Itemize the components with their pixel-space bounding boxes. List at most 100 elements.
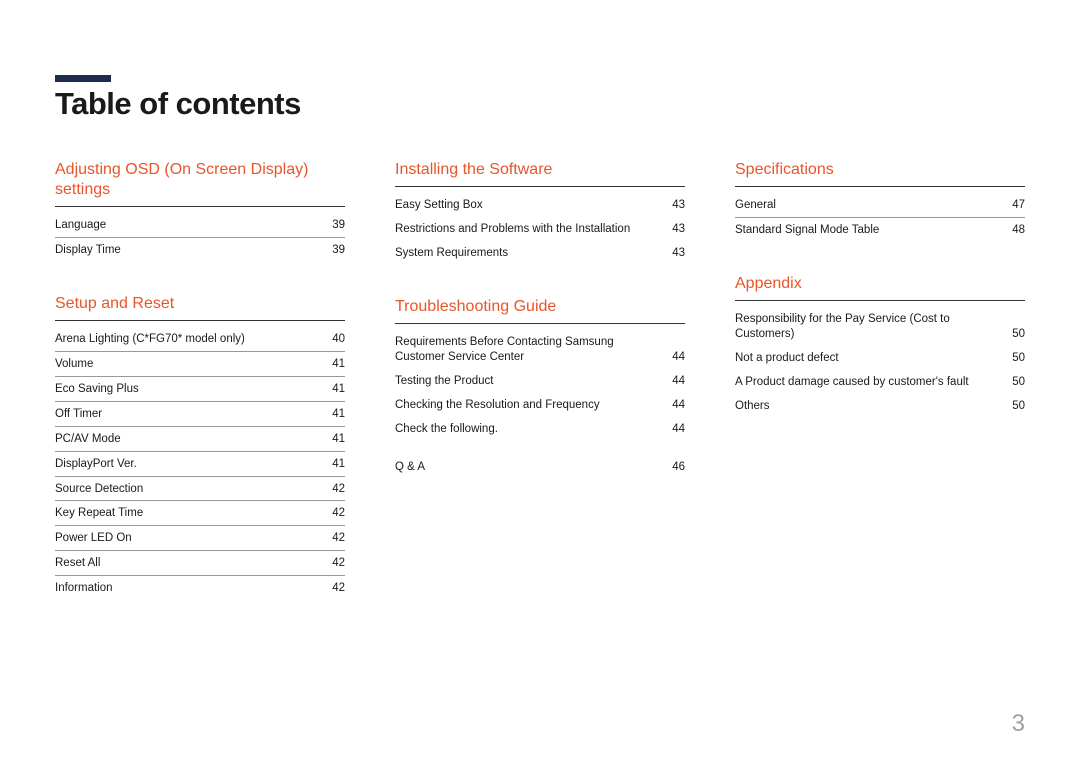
toc-entry[interactable]: Power LED On 42 (55, 526, 345, 551)
toc-group: Language39 Display Time 39 (55, 213, 345, 262)
toc-entry-page: 41 (332, 357, 345, 372)
toc-entry-page: 43 (672, 198, 685, 213)
toc-entry-label: Off Timer (55, 407, 322, 422)
toc-entry[interactable]: Eco Saving Plus 41 (55, 377, 345, 402)
toc-entry-page: 42 (332, 531, 345, 546)
toc-entry-page: 43 (672, 246, 685, 261)
toc-entry[interactable]: Off Timer 41 (55, 402, 345, 427)
toc-column: Installing the Software Easy Setting Box 4… (395, 160, 685, 632)
toc-entry-page: 44 (672, 374, 685, 389)
toc-group: Requirements Before Contacting Samsung C… (395, 330, 685, 441)
toc-entry[interactable]: PC/AV Mode 41 (55, 427, 345, 452)
toc-entry-label: System Requirements (395, 246, 662, 261)
toc-section: Setup and Reset Arena Lighting (C*FG70* m… (55, 294, 345, 600)
toc-column: Specifications General 47 Standard Signal M… (735, 160, 1025, 632)
toc-entry[interactable]: System Requirements 43 (395, 241, 685, 265)
toc-entry-label: Check the following. (395, 422, 662, 437)
toc-group: Easy Setting Box 43 Restrictions and Probl… (395, 193, 685, 265)
toc-entry-label: Testing the Product (395, 374, 662, 389)
toc-entry-page: 42 (332, 506, 345, 521)
toc-entry-label: Easy Setting Box (395, 198, 662, 213)
toc-entry-label: PC/AV Mode (55, 432, 322, 447)
toc-group: General 47 Standard Signal Mode Table 48 (735, 193, 1025, 242)
toc-entry-page: 41 (332, 407, 345, 422)
toc-entry[interactable]: DisplayPort Ver. 41 (55, 452, 345, 477)
toc-entry-page: 43 (672, 222, 685, 237)
toc-entry-page: 41 (332, 382, 345, 397)
toc-section: Installing the Software Easy Setting Box 4… (395, 160, 685, 265)
toc-entry-page: 41 (332, 432, 345, 447)
toc-entry-label: Display Time (55, 243, 322, 258)
toc-section: Specifications General 47 Standard Signal M… (735, 160, 1025, 242)
section-heading: Setup and Reset (55, 294, 345, 321)
toc-entry[interactable]: Key Repeat Time 42 (55, 501, 345, 526)
accent-bar (55, 75, 111, 82)
toc-entry-label: Arena Lighting (C*FG70* model only) (55, 332, 322, 347)
section-heading: Adjusting OSD (On Screen Display) settin… (55, 160, 345, 207)
toc-entry-page: 39 (332, 243, 345, 258)
toc-entry-label: Eco Saving Plus (55, 382, 322, 397)
toc-entry-page: 50 (1012, 327, 1025, 342)
toc-entry[interactable]: Volume 41 (55, 352, 345, 377)
toc-entry[interactable]: Standard Signal Mode Table 48 (735, 218, 1025, 242)
toc-entry-label: Key Repeat Time (55, 506, 322, 521)
toc-entry-label: Restrictions and Problems with the Insta… (395, 222, 662, 237)
toc-entry[interactable]: Testing the Product 44 (395, 369, 685, 393)
toc-entry-label: Reset All (55, 556, 322, 571)
toc-group: Q & A 46 (395, 455, 685, 479)
toc-entry[interactable]: Restrictions and Problems with the Insta… (395, 217, 685, 241)
toc-entry-page: 41 (332, 457, 345, 472)
toc-entry[interactable]: Source Detection 42 (55, 477, 345, 502)
toc-entry-page: 50 (1012, 375, 1025, 390)
toc-entry[interactable]: Language39 (55, 213, 345, 238)
toc-group: Arena Lighting (C*FG70* model only) 40 Vol… (55, 327, 345, 600)
toc-entry-label: Information (55, 581, 322, 596)
toc-entry[interactable]: Information 42 (55, 576, 345, 600)
toc-entry-label: General (735, 198, 1002, 213)
toc-entry-label: DisplayPort Ver. (55, 457, 322, 472)
toc-entry-page: 50 (1012, 399, 1025, 414)
toc-entry-label: Standard Signal Mode Table (735, 223, 1002, 238)
toc-entry[interactable]: Checking the Resolution and Frequency 44 (395, 393, 685, 417)
page-number: 3 (1012, 710, 1025, 738)
toc-group: Responsibility for the Pay Service (Cost… (735, 307, 1025, 418)
toc-entry[interactable]: Q & A 46 (395, 455, 685, 479)
toc-entry-label: Others (735, 399, 1002, 414)
toc-entry[interactable]: Display Time 39 (55, 238, 345, 262)
toc-entry[interactable]: Requirements Before Contacting Samsung C… (395, 330, 685, 369)
toc-entry-page: 46 (672, 460, 685, 475)
toc-entry[interactable]: Check the following.44 (395, 417, 685, 441)
toc-entry-page: 44 (672, 398, 685, 413)
section-heading: Troubleshooting Guide (395, 297, 685, 324)
toc-entry-page: 50 (1012, 351, 1025, 366)
page-title: Table of contents (55, 86, 1025, 122)
toc-entry[interactable]: Others 50 (735, 394, 1025, 418)
toc-entry[interactable]: Responsibility for the Pay Service (Cost… (735, 307, 1025, 346)
toc-entry-page: 47 (1012, 198, 1025, 213)
toc-entry[interactable]: Reset All42 (55, 551, 345, 576)
toc-entry-label: Requirements Before Contacting Samsung C… (395, 335, 662, 365)
toc-entry-label: Volume (55, 357, 322, 372)
toc-entry-page: 42 (332, 482, 345, 497)
toc-entry[interactable]: Easy Setting Box 43 (395, 193, 685, 217)
toc-entry[interactable]: General 47 (735, 193, 1025, 218)
toc-entry-label: Not a product defect (735, 351, 1002, 366)
toc-entry-label: Power LED On (55, 531, 322, 546)
toc-entry-label: Q & A (395, 460, 662, 475)
toc-entry-page: 44 (672, 350, 685, 365)
toc-entry-label: Checking the Resolution and Frequency (395, 398, 662, 413)
section-heading: Installing the Software (395, 160, 685, 187)
toc-entry-page: 48 (1012, 223, 1025, 238)
toc-entry-page: 42 (332, 581, 345, 596)
toc-entry-label: Source Detection (55, 482, 322, 497)
toc-entry-label: Responsibility for the Pay Service (Cost… (735, 312, 1002, 342)
toc-entry[interactable]: Not a product defect 50 (735, 346, 1025, 370)
toc-entry-page: 40 (332, 332, 345, 347)
section-heading: Specifications (735, 160, 1025, 187)
toc-section: Appendix Responsibility for the Pay Servi… (735, 274, 1025, 418)
section-heading: Appendix (735, 274, 1025, 301)
toc-entry[interactable]: Arena Lighting (C*FG70* model only) 40 (55, 327, 345, 352)
toc-entry-label: Language (55, 218, 322, 233)
toc-column: Adjusting OSD (On Screen Display) settin… (55, 160, 345, 632)
toc-entry[interactable]: A Product damage caused by customer's fa… (735, 370, 1025, 394)
